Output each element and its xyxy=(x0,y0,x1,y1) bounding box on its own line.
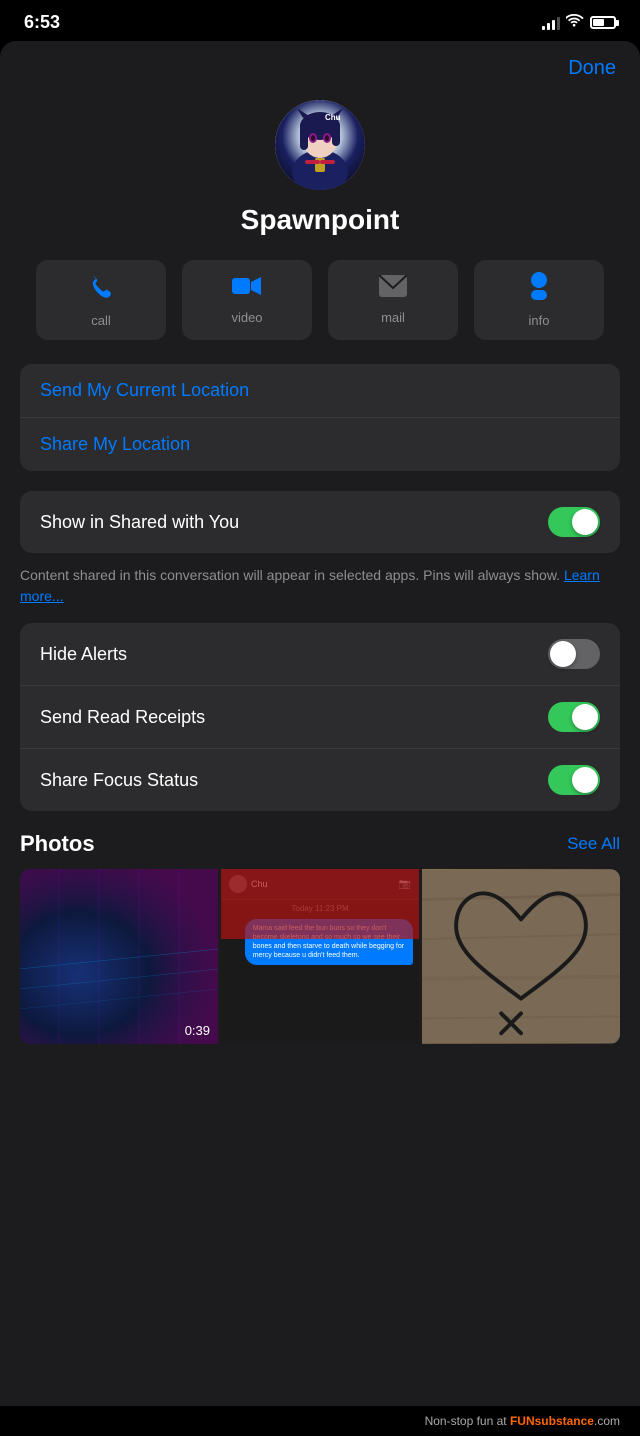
toggle-knob xyxy=(550,641,576,667)
avatar: Chu xyxy=(275,100,365,190)
watermark-brand: FUNsubstance xyxy=(510,1414,594,1428)
status-icons xyxy=(542,14,616,31)
send-read-receipts-toggle[interactable] xyxy=(548,702,600,732)
send-read-receipts-row: Send Read Receipts xyxy=(20,685,620,748)
hide-alerts-row: Hide Alerts xyxy=(20,623,620,685)
status-bar: 6:53 xyxy=(0,0,640,41)
done-button[interactable]: Done xyxy=(568,57,616,80)
shared-description-text: Content shared in this conversation will… xyxy=(20,567,560,583)
mail-label: mail xyxy=(381,310,405,325)
photo-item-2[interactable]: Chu 📷 Today 11:23 PM Mama said feed the … xyxy=(221,869,419,1044)
watermark-text: Non-stop fun at FUNsubstance.com xyxy=(425,1414,620,1428)
video-label: video xyxy=(231,310,262,325)
share-focus-status-label: Share Focus Status xyxy=(40,770,198,791)
signal-icon xyxy=(542,16,560,30)
shared-with-you-row: Show in Shared with You xyxy=(20,491,620,553)
watermark-suffix: .com xyxy=(594,1414,620,1428)
avatar-image: Chu xyxy=(275,100,365,190)
main-container: Done xyxy=(0,41,640,1406)
location-section: Send My Current Location Share My Locati… xyxy=(20,364,620,471)
shared-description: Content shared in this conversation will… xyxy=(0,561,640,623)
video-button[interactable]: video xyxy=(182,260,312,340)
watermark: Non-stop fun at FUNsubstance.com xyxy=(0,1406,640,1436)
profile-section: Chu Spawnpoint xyxy=(0,80,640,260)
battery-icon xyxy=(590,16,616,29)
avatar-svg: Chu xyxy=(275,100,365,190)
photos-header: Photos See All xyxy=(20,831,620,857)
shared-with-you-section: Show in Shared with You xyxy=(20,491,620,553)
see-all-photos-button[interactable]: See All xyxy=(567,834,620,854)
photos-grid: 0:39 Chu 📷 Today 11:23 PM Mama said feed… xyxy=(20,869,620,1044)
call-button[interactable]: call xyxy=(36,260,166,340)
hide-alerts-label: Hide Alerts xyxy=(40,644,127,665)
call-icon xyxy=(87,272,115,307)
toggle-knob xyxy=(572,767,598,793)
photos-title: Photos xyxy=(20,831,95,857)
toggle-knob xyxy=(572,509,598,535)
settings-section: Hide Alerts Send Read Receipts Share Foc… xyxy=(20,623,620,811)
share-my-location-item[interactable]: Share My Location xyxy=(20,417,620,471)
info-button[interactable]: info xyxy=(474,260,604,340)
info-label: info xyxy=(529,313,550,328)
photos-section: Photos See All xyxy=(20,831,620,1044)
heart-drawing-svg xyxy=(422,869,620,1044)
share-my-location-text: Share My Location xyxy=(40,434,190,455)
action-buttons: call video mail xyxy=(0,260,640,364)
shared-with-you-toggle[interactable] xyxy=(548,507,600,537)
hide-alerts-toggle[interactable] xyxy=(548,639,600,669)
video-icon xyxy=(232,275,262,304)
call-label: call xyxy=(91,313,111,328)
status-time: 6:53 xyxy=(24,12,60,33)
mail-button[interactable]: mail xyxy=(328,260,458,340)
toggle-knob xyxy=(572,704,598,730)
photo-item-3[interactable] xyxy=(422,869,620,1044)
video-duration: 0:39 xyxy=(185,1023,210,1038)
contact-name: Spawnpoint xyxy=(241,204,400,236)
share-focus-status-toggle[interactable] xyxy=(548,765,600,795)
shared-with-you-label: Show in Shared with You xyxy=(40,512,239,533)
info-icon xyxy=(526,272,552,307)
share-focus-status-row: Share Focus Status xyxy=(20,748,620,811)
photo-item-1[interactable]: 0:39 xyxy=(20,869,218,1044)
watermark-prefix: Non-stop fun at xyxy=(425,1414,510,1428)
mail-icon xyxy=(379,275,407,304)
wifi-icon xyxy=(566,14,584,31)
chat-overlay: Chu 📷 Today 11:23 PM Mama said feed the … xyxy=(221,869,419,1044)
send-current-location-item[interactable]: Send My Current Location xyxy=(20,364,620,417)
send-current-location-text: Send My Current Location xyxy=(40,380,249,401)
header: Done xyxy=(0,41,640,80)
svg-text:Chu: Chu xyxy=(325,113,341,122)
send-read-receipts-label: Send Read Receipts xyxy=(40,707,205,728)
